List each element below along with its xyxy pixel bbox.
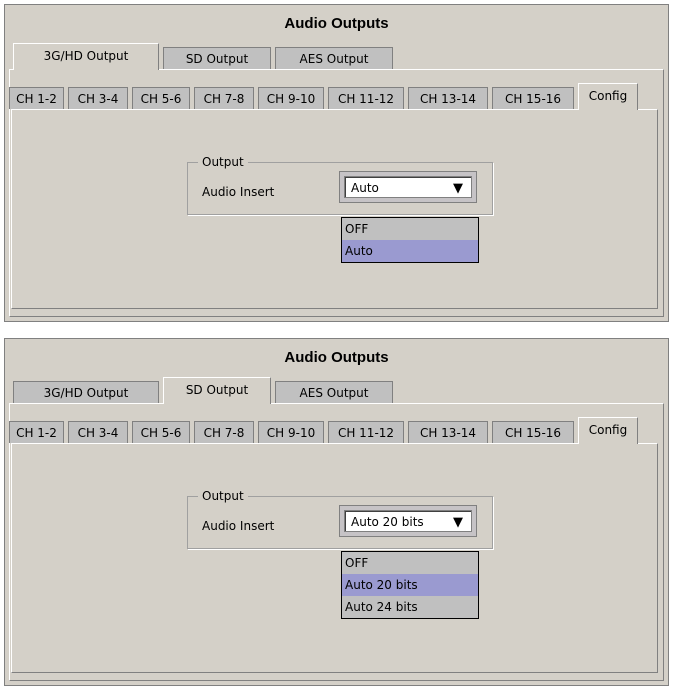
audio-insert-value: Auto — [351, 181, 379, 195]
audio-insert-select[interactable]: Auto 20 bits ▼ — [339, 505, 477, 537]
tab-ch-13-14[interactable]: CH 13-14 — [408, 87, 488, 109]
triangle-down-icon[interactable]: ▼ — [453, 182, 463, 195]
option-off[interactable]: OFF — [342, 218, 478, 240]
audio-insert-label: Audio Insert — [202, 185, 275, 199]
channel-tabs: CH 1-2 CH 3-4 CH 5-6 CH 7-8 CH 9-10 CH 1… — [9, 81, 664, 110]
option-auto[interactable]: Auto — [342, 240, 478, 262]
tab-ch-11-12[interactable]: CH 11-12 — [328, 87, 404, 109]
triangle-down-icon[interactable]: ▼ — [453, 516, 463, 529]
tab-ch-15-16[interactable]: CH 15-16 — [492, 87, 574, 109]
tab-3g-hd-output[interactable]: 3G/HD Output — [13, 381, 159, 403]
tab-aes-output[interactable]: AES Output — [275, 381, 393, 403]
tab-ch-3-4[interactable]: CH 3-4 — [68, 87, 128, 109]
audio-insert-value: Auto 20 bits — [351, 515, 424, 529]
config-tab-body — [11, 443, 658, 673]
tab-ch-3-4[interactable]: CH 3-4 — [68, 421, 128, 443]
tab-ch-1-2[interactable]: CH 1-2 — [9, 87, 64, 109]
panel-title: Audio Outputs — [284, 15, 389, 32]
tab-aes-output[interactable]: AES Output — [275, 47, 393, 69]
tab-sd-output[interactable]: SD Output — [163, 377, 271, 404]
tab-ch-7-8[interactable]: CH 7-8 — [194, 421, 254, 443]
output-group-title: Output — [202, 155, 244, 169]
tab-config[interactable]: Config — [578, 417, 638, 444]
audio-outputs-panel-2: Audio Outputs 3G/HD Output SD Output AES… — [4, 338, 669, 686]
tab-ch-13-14[interactable]: CH 13-14 — [408, 421, 488, 443]
channel-tabs: CH 1-2 CH 3-4 CH 5-6 CH 7-8 CH 9-10 CH 1… — [9, 415, 664, 444]
tab-sd-output[interactable]: SD Output — [163, 47, 271, 69]
tab-ch-9-10[interactable]: CH 9-10 — [258, 421, 324, 443]
tab-ch-5-6[interactable]: CH 5-6 — [132, 87, 190, 109]
tab-config[interactable]: Config — [578, 83, 638, 110]
option-auto-24-bits[interactable]: Auto 24 bits — [342, 596, 478, 618]
tab-ch-5-6[interactable]: CH 5-6 — [132, 421, 190, 443]
audio-outputs-panel-1: Audio Outputs 3G/HD Output SD Output AES… — [4, 4, 669, 322]
tab-ch-15-16[interactable]: CH 15-16 — [492, 421, 574, 443]
tab-ch-11-12[interactable]: CH 11-12 — [328, 421, 404, 443]
tab-ch-7-8[interactable]: CH 7-8 — [194, 87, 254, 109]
audio-insert-select[interactable]: Auto ▼ — [339, 171, 477, 203]
panel-title: Audio Outputs — [284, 349, 389, 366]
audio-insert-dropdown: OFF Auto 20 bits Auto 24 bits — [341, 551, 479, 619]
tab-ch-9-10[interactable]: CH 9-10 — [258, 87, 324, 109]
option-auto-20-bits[interactable]: Auto 20 bits — [342, 574, 478, 596]
option-off[interactable]: OFF — [342, 552, 478, 574]
audio-insert-label: Audio Insert — [202, 519, 275, 533]
tab-ch-1-2[interactable]: CH 1-2 — [9, 421, 64, 443]
audio-insert-dropdown: OFF Auto — [341, 217, 479, 263]
tab-3g-hd-output[interactable]: 3G/HD Output — [13, 43, 159, 70]
output-group-title: Output — [202, 489, 244, 503]
